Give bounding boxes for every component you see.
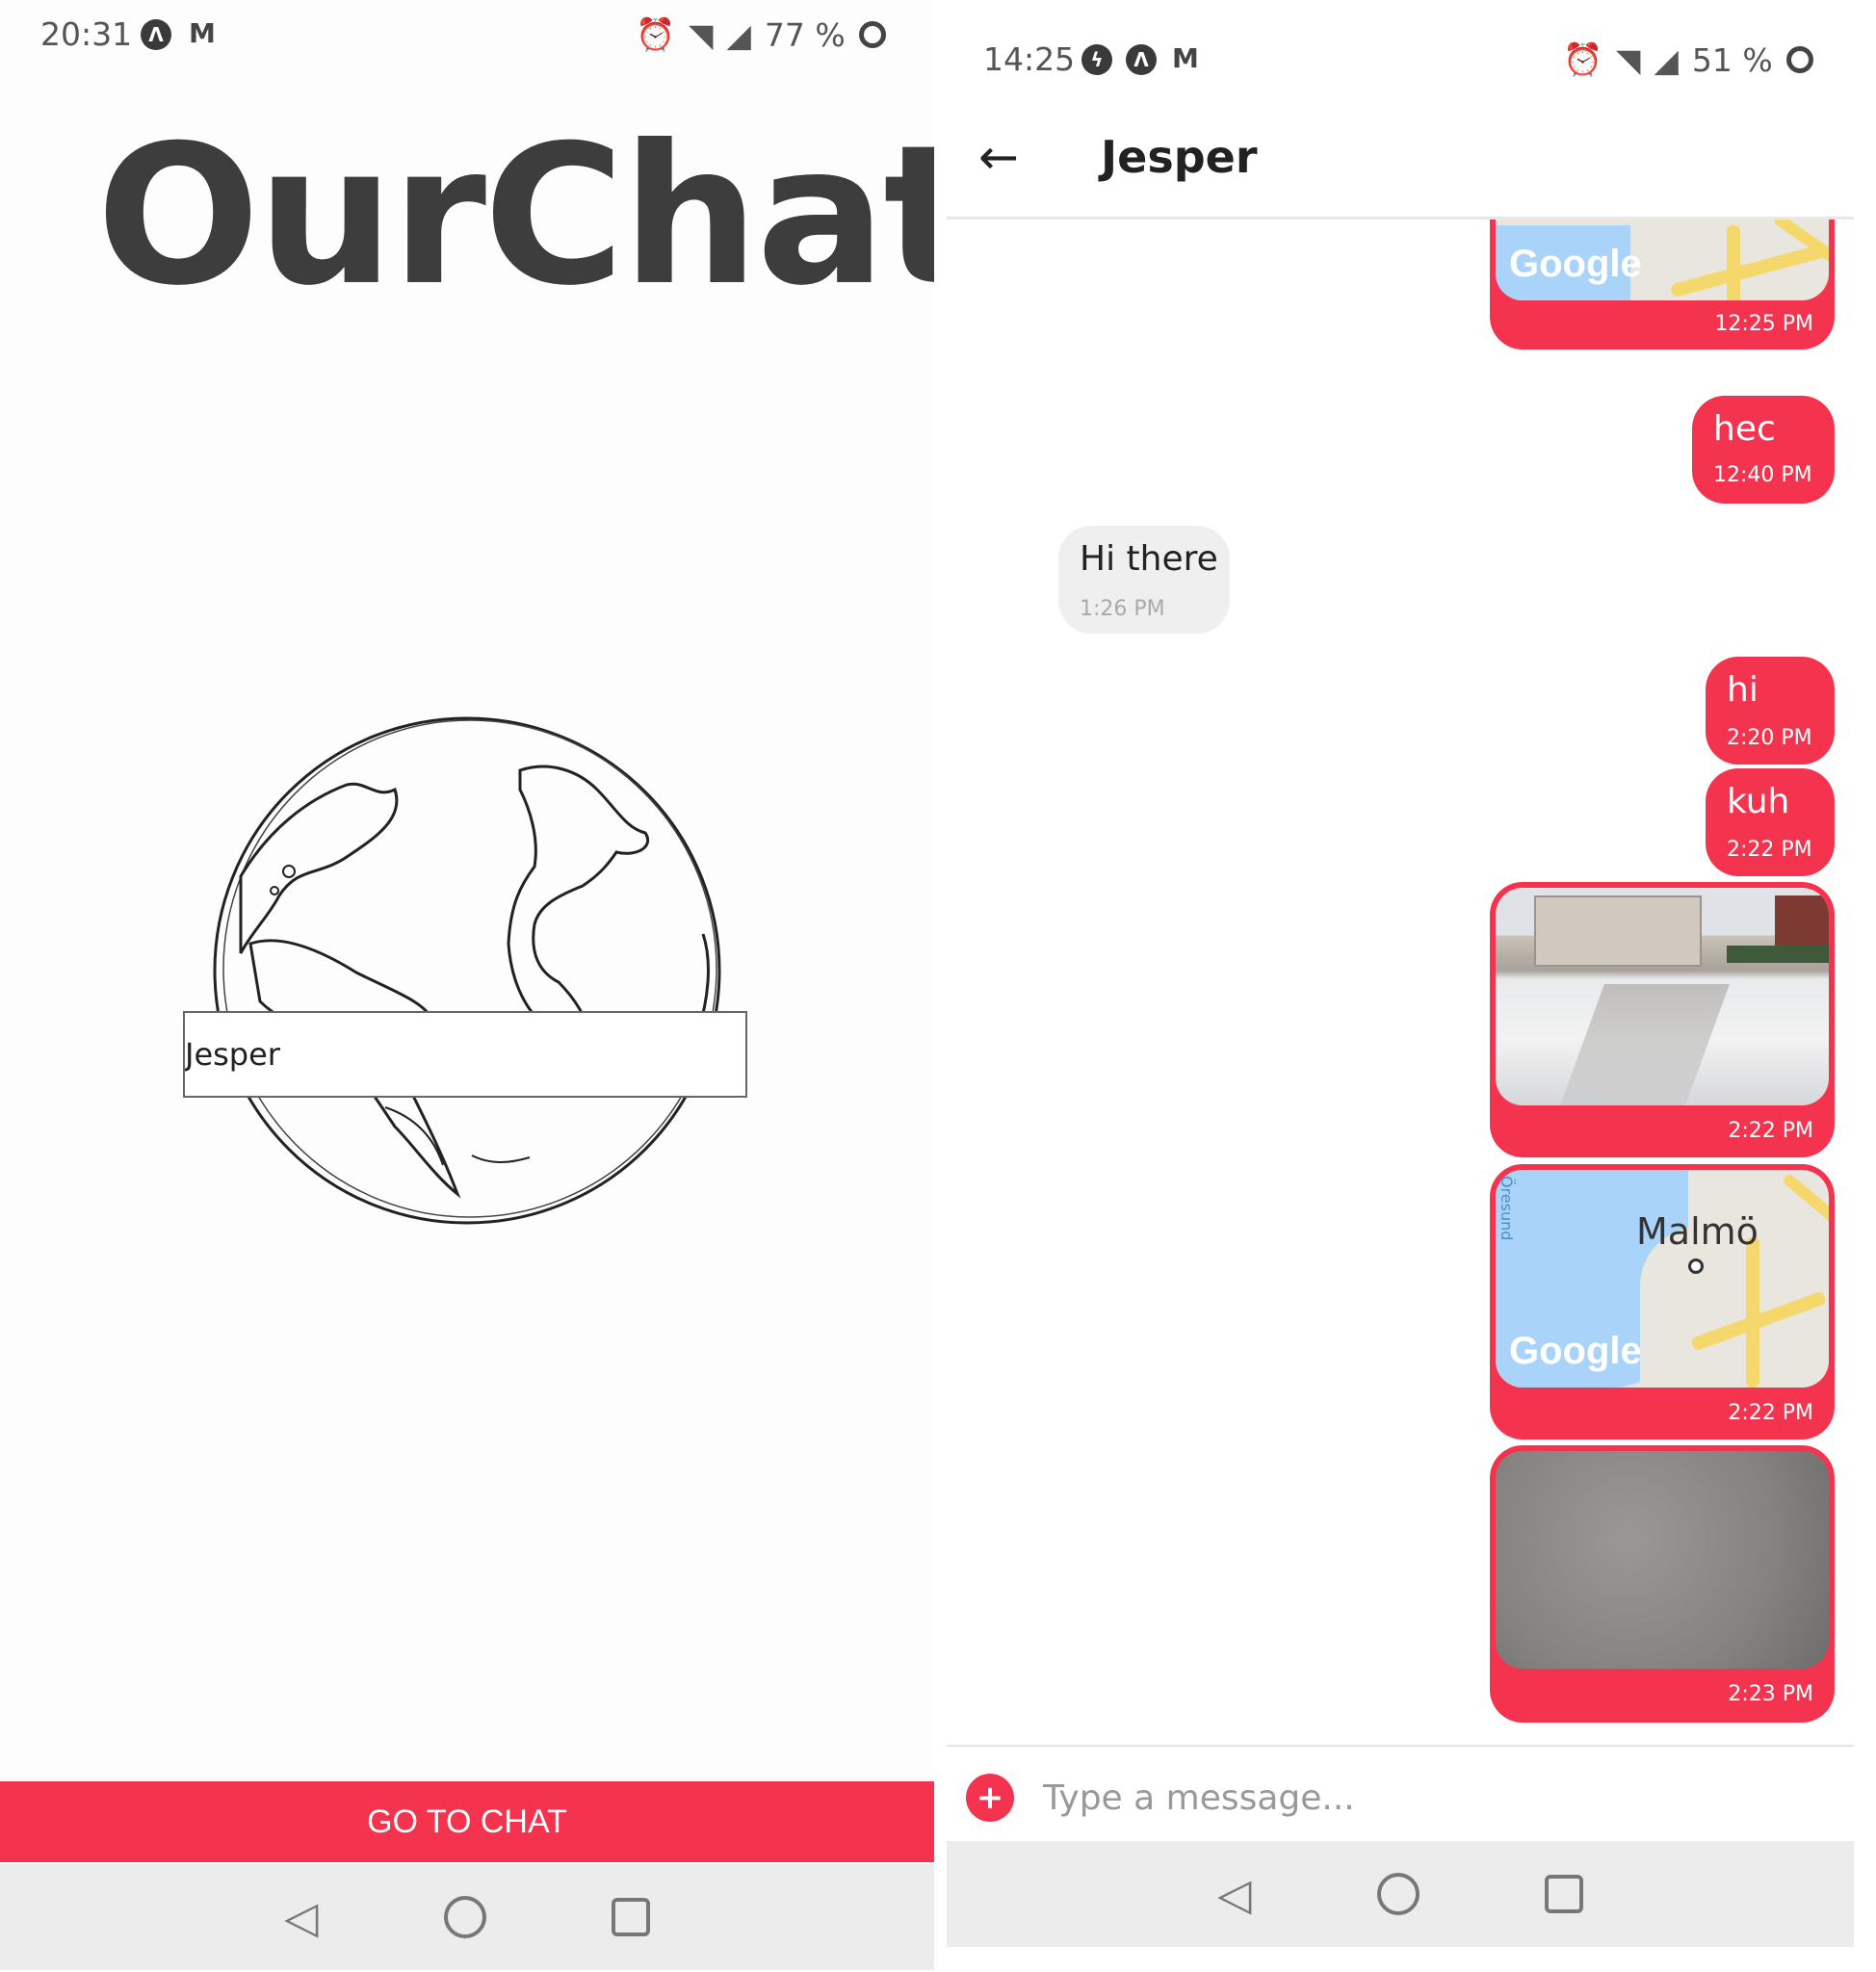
message-time: 2:22 PM bbox=[1728, 1401, 1813, 1425]
map-pin-icon bbox=[1688, 1258, 1704, 1274]
nav-home-icon[interactable] bbox=[1376, 1873, 1420, 1915]
message-bubble[interactable]: Google 12:25 PM bbox=[1490, 220, 1835, 350]
message-bubble[interactable]: 2:23 PM bbox=[1490, 1445, 1835, 1723]
message-time: 2:22 PM bbox=[1727, 838, 1812, 862]
message-time: 2:22 PM bbox=[1728, 1119, 1813, 1143]
map-preview[interactable]: Öresund Malmö Google bbox=[1496, 1170, 1829, 1388]
message-time: 1:26 PM bbox=[1080, 597, 1165, 621]
alarm-icon: ⏰ bbox=[1563, 40, 1603, 78]
app-title: OurChat bbox=[96, 104, 934, 328]
message-input[interactable] bbox=[1041, 1768, 1815, 1828]
battery-icon bbox=[858, 21, 886, 48]
message-bubble[interactable]: Öresund Malmö Google 2:22 PM bbox=[1490, 1164, 1835, 1440]
nav-back-icon[interactable]: ◁ bbox=[284, 1891, 318, 1943]
message-list[interactable]: Google 12:25 PM hec 12:40 PM Hi there 1:… bbox=[947, 220, 1854, 1743]
status-time: 14:25 bbox=[983, 40, 1076, 78]
chat-screen: 14:25 ϟ Λ M ⏰ ◥ ◢ 51 % ← Jesper Google 1… bbox=[947, 0, 1854, 1947]
battery-percent: 51 % bbox=[1691, 40, 1773, 79]
nav-back-icon[interactable]: ◁ bbox=[1217, 1868, 1251, 1920]
photo-attachment[interactable] bbox=[1496, 1451, 1829, 1669]
battery-percent: 77 % bbox=[764, 15, 846, 54]
system-nav-bar: ◁ bbox=[0, 1864, 934, 1970]
signal-icon: ◢ bbox=[726, 15, 751, 54]
status-bar: 20:31 Λ M ⏰ ◥ ◢ 77 % bbox=[0, 13, 934, 62]
message-bubble[interactable]: hec 12:40 PM bbox=[1692, 396, 1835, 504]
message-text: hi bbox=[1727, 670, 1759, 710]
app-a-icon: Λ bbox=[1126, 44, 1157, 75]
message-text: Hi there bbox=[1080, 539, 1218, 579]
go-to-chat-button[interactable]: GO TO CHAT bbox=[0, 1781, 934, 1862]
chat-header: ← Jesper bbox=[947, 106, 1854, 220]
message-time: 12:25 PM bbox=[1714, 312, 1813, 336]
name-field[interactable] bbox=[183, 1011, 747, 1098]
map-water-label: Öresund bbox=[1498, 1176, 1516, 1241]
message-text: hec bbox=[1713, 409, 1776, 449]
map-city-label: Malmö bbox=[1636, 1210, 1759, 1253]
message-text: kuh bbox=[1727, 782, 1790, 821]
login-screen: 20:31 Λ M ⏰ ◥ ◢ 77 % OurChat GO TO CHAT … bbox=[0, 0, 934, 1972]
gmail-icon: M bbox=[189, 17, 216, 49]
alarm-icon: ⏰ bbox=[636, 15, 676, 53]
message-bubble[interactable]: kuh 2:22 PM bbox=[1706, 768, 1835, 876]
nav-recents-icon[interactable] bbox=[1544, 1875, 1583, 1913]
map-logo: Google bbox=[1509, 1330, 1642, 1372]
wifi-icon: ◥ bbox=[689, 15, 714, 54]
plus-icon[interactable]: + bbox=[966, 1774, 1014, 1822]
status-bar: 14:25 ϟ Λ M ⏰ ◥ ◢ 51 % bbox=[947, 37, 1854, 85]
signal-icon: ◢ bbox=[1654, 40, 1679, 79]
battery-icon bbox=[1785, 46, 1813, 73]
message-time: 12:40 PM bbox=[1713, 463, 1812, 487]
back-arrow-icon[interactable]: ← bbox=[978, 129, 1019, 185]
message-bubble[interactable]: 2:22 PM bbox=[1490, 882, 1835, 1157]
chat-title: Jesper bbox=[1101, 131, 1258, 183]
message-time: 2:23 PM bbox=[1728, 1682, 1813, 1706]
status-time: 20:31 bbox=[40, 15, 133, 53]
map-logo: Google bbox=[1509, 243, 1642, 285]
map-preview[interactable]: Google bbox=[1496, 220, 1829, 300]
globe-illustration bbox=[213, 716, 721, 1225]
message-composer: + bbox=[947, 1745, 1854, 1843]
nav-home-icon[interactable] bbox=[443, 1896, 486, 1938]
message-bubble[interactable]: hi 2:20 PM bbox=[1706, 657, 1835, 765]
gmail-icon: M bbox=[1172, 42, 1199, 74]
message-time: 2:20 PM bbox=[1727, 726, 1812, 750]
messenger-icon: ϟ bbox=[1081, 44, 1112, 75]
message-bubble[interactable]: Hi there 1:26 PM bbox=[1058, 526, 1230, 634]
system-nav-bar: ◁ bbox=[947, 1841, 1854, 1947]
nav-recents-icon[interactable] bbox=[611, 1898, 650, 1936]
photo-attachment[interactable] bbox=[1496, 888, 1829, 1105]
app-a-icon: Λ bbox=[141, 19, 171, 50]
wifi-icon: ◥ bbox=[1616, 40, 1641, 79]
